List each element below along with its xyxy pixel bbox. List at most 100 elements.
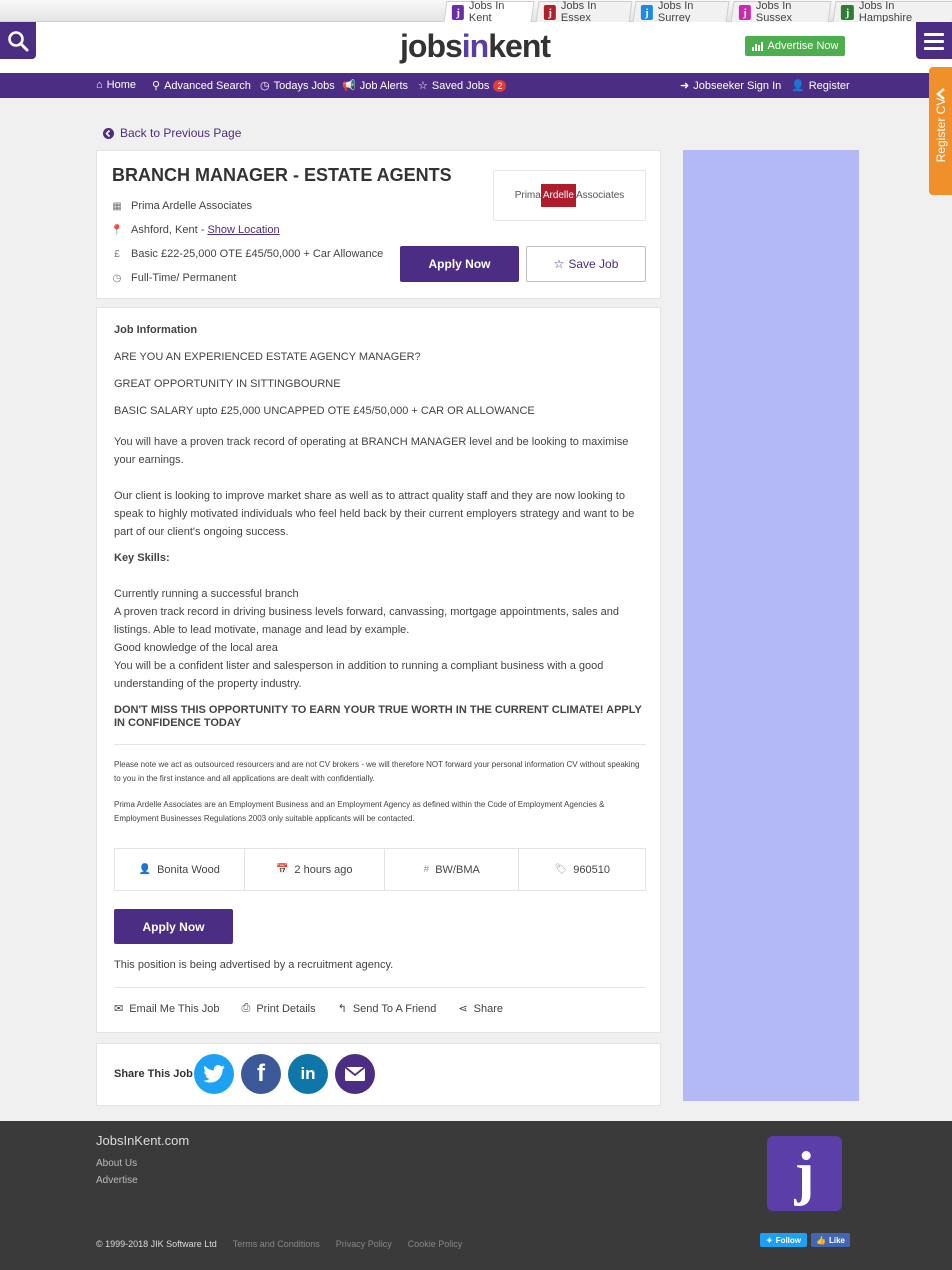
share-this-job-card: Share This Job f in xyxy=(96,1043,661,1106)
twitter-icon: ✦ xyxy=(765,1235,773,1245)
facebook-icon: f xyxy=(257,1060,265,1087)
nav-todays-jobs[interactable]: ◷ Todays Jobs xyxy=(260,79,335,93)
copyright: © 1999-2018 JIK Software Ltd xyxy=(96,1239,217,1249)
agency-note: This position is being advertised by a r… xyxy=(114,959,394,971)
stat-job-id: 🏷 960510 xyxy=(554,863,610,876)
job-description-card: Job Information ARE YOU AN EXPERIENCED E… xyxy=(96,307,661,1033)
email-share-button[interactable] xyxy=(335,1054,375,1094)
map-marker-icon: 📍 xyxy=(110,224,124,236)
stat-posted: 📅 2 hours ago xyxy=(245,849,385,890)
star-icon: ☆ xyxy=(553,257,565,271)
search-icon: ⚲ xyxy=(152,80,161,92)
key-skills-heading: Key Skills: xyxy=(114,552,170,564)
jobs-logo-icon: j xyxy=(738,4,752,20)
nav-home[interactable]: ⌂ Home xyxy=(96,79,136,91)
star-icon: ☆ xyxy=(418,80,428,92)
back-to-previous-page[interactable]: Back to Previous Page xyxy=(103,126,241,140)
email-me-this-job[interactable]: ✉ Email Me This Job xyxy=(114,1002,220,1016)
call-to-action-text: DON'T MISS THIS OPPORTUNITY TO EARN YOUR… xyxy=(114,704,642,729)
print-icon: ⎙ xyxy=(241,1002,251,1014)
tag-icon: 🏷 xyxy=(554,864,568,875)
advert-space xyxy=(683,150,859,1101)
location-row: 📍 Ashford, Kent - Show Location xyxy=(110,224,280,236)
send-to-friend[interactable]: ↰ Send To A Friend xyxy=(337,1002,437,1016)
description-paragraph: Our client is looking to improve market … xyxy=(114,490,635,538)
chart-icon xyxy=(751,42,763,51)
share-title: Share This Job xyxy=(114,1068,193,1080)
site-tab-kent[interactable]: j Jobs In Kent xyxy=(443,0,535,24)
menu-button[interactable] xyxy=(916,22,952,59)
site-header: jobsinkent Advertise Now xyxy=(0,22,952,73)
nav-job-alerts[interactable]: 📢 Job Alerts xyxy=(342,79,408,93)
twitter-follow-button[interactable]: ✦ Follow xyxy=(760,1233,807,1247)
bullhorn-icon: 📢 xyxy=(342,80,356,92)
apply-now-button[interactable]: Apply Now xyxy=(400,246,519,282)
linkedin-icon: in xyxy=(300,1064,316,1083)
job-information-heading: Job Information xyxy=(114,324,198,336)
site-network-bar: j Jobs In Kent j Jobs In Essex j Jobs In Su… xyxy=(0,0,952,24)
stat-contact: 👤 Bonita Wood xyxy=(115,849,245,890)
site-tab-hampshire[interactable]: j Jobs In Hampshire xyxy=(832,0,952,24)
terms-link[interactable]: Terms and Conditions xyxy=(233,1239,320,1249)
jobs-logo-icon: j xyxy=(767,1136,842,1211)
nav-register[interactable]: 👤 Register xyxy=(791,79,850,93)
description-line: BASIC SALARY upto £25,000 UNCAPPED OTE £… xyxy=(114,405,535,417)
site-footer: JobsInKent.com About Us Advertise j © 19… xyxy=(0,1121,952,1270)
facebook-like-button[interactable]: 👍 Like xyxy=(811,1233,850,1247)
pound-icon: £ xyxy=(114,248,120,260)
nav-jobseeker-signin[interactable]: ➜ Jobseeker Sign In xyxy=(680,79,781,93)
description-line: GREAT OPPORTUNITY IN SITTINGBOURNE xyxy=(114,378,341,390)
description-line: ARE YOU AN EXPERIENCED ESTATE AGENCY MAN… xyxy=(114,351,421,363)
salary-row: £ Basic £22-25,000 OTE £45/50,000 + Car A… xyxy=(112,248,383,260)
save-job-button[interactable]: ☆ Save Job xyxy=(526,246,646,282)
envelope-icon: ✉ xyxy=(114,1003,124,1015)
site-tab-essex[interactable]: j Jobs In Essex xyxy=(535,0,633,24)
user-plus-icon: 👤 xyxy=(791,80,805,92)
saved-count-badge: 2 xyxy=(493,79,507,92)
facebook-share-button[interactable]: f xyxy=(241,1054,281,1094)
site-logo[interactable]: jobsinkent xyxy=(400,28,551,65)
job-actions: ✉ Email Me This Job ⎙ Print Details ↰ Send … xyxy=(114,1002,503,1015)
show-location-link[interactable]: Show Location xyxy=(207,224,279,236)
site-tab-sussex[interactable]: j Jobs In Sussex xyxy=(730,0,832,24)
apply-now-button-bottom[interactable]: Apply Now xyxy=(114,909,233,944)
linkedin-share-button[interactable]: in xyxy=(288,1054,328,1094)
print-details[interactable]: ⎙ Print Details xyxy=(242,1002,316,1015)
user-icon: 👤 xyxy=(138,864,152,875)
jobs-logo-icon: j xyxy=(640,4,653,20)
share-icon: ⋖ xyxy=(458,1003,468,1015)
search-button[interactable] xyxy=(0,22,36,59)
building-icon: ▦ xyxy=(112,200,122,212)
sign-in-icon: ➜ xyxy=(680,80,690,92)
job-type-row: ◷ Full-Time/ Permanent xyxy=(112,272,237,284)
hamburger-icon xyxy=(924,32,944,50)
jobs-logo-icon: j xyxy=(451,4,465,20)
skill-item: You will be a confident lister and sales… xyxy=(114,660,604,690)
company-logo[interactable]: Prima Ardelle Associates xyxy=(493,170,646,221)
skill-item: A proven track record in driving busines… xyxy=(114,606,620,636)
footer-advertise[interactable]: Advertise xyxy=(96,1175,138,1186)
twitter-icon xyxy=(203,1065,225,1083)
clock-icon: ◷ xyxy=(260,80,270,92)
stat-reference: # BW/BMA xyxy=(385,849,520,890)
company-row: ▦ Prima Ardelle Associates xyxy=(112,200,253,212)
cookie-link[interactable]: Cookie Policy xyxy=(408,1239,463,1249)
privacy-link[interactable]: Privacy Policy xyxy=(336,1239,392,1249)
reply-icon: ↰ xyxy=(337,1003,347,1015)
footer-site-name: JobsInKent.com xyxy=(96,1133,190,1148)
site-tab-surrey[interactable]: j Jobs In Surrey xyxy=(632,0,730,24)
share-link[interactable]: ⋖ Share xyxy=(458,1002,503,1016)
description-paragraph: You will have a proven track record of o… xyxy=(114,436,629,466)
arrow-left-circle-icon xyxy=(103,127,114,139)
register-cv-tab[interactable]: Register CV xyxy=(929,67,952,195)
hash-icon: # xyxy=(423,864,430,875)
search-icon xyxy=(8,30,29,51)
skill-item: Currently running a successful branch xyxy=(114,588,299,600)
twitter-share-button[interactable] xyxy=(194,1054,234,1094)
calendar-icon: 📅 xyxy=(275,864,289,875)
nav-advanced-search[interactable]: ⚲ Advanced Search xyxy=(152,79,251,93)
footer-about-us[interactable]: About Us xyxy=(96,1158,137,1169)
nav-saved-jobs[interactable]: ☆ Saved Jobs 2 xyxy=(418,79,507,92)
advertise-now-button[interactable]: Advertise Now xyxy=(745,36,845,56)
envelope-icon xyxy=(344,1066,366,1081)
